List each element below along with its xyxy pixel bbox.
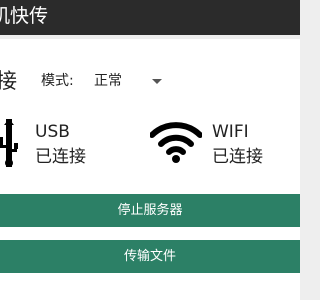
mode-selected-value: 正常 <box>94 73 122 89</box>
connection-title: 接 <box>0 69 17 93</box>
app-bar: 机快传 <box>0 0 300 35</box>
wifi-icon <box>150 122 202 163</box>
usb-label: USB <box>35 122 70 142</box>
app-title: 机快传 <box>0 5 49 27</box>
stop-server-button[interactable]: 停止服务器 <box>0 194 300 227</box>
usb-icon <box>0 119 18 167</box>
usb-status: 已连接 <box>35 147 86 167</box>
wifi-label: WIFI <box>212 122 249 142</box>
wifi-status: 已连接 <box>212 147 263 167</box>
mode-label: 模式: <box>41 73 74 89</box>
transfer-files-button[interactable]: 传输文件 <box>0 240 300 273</box>
dropdown-arrow-icon <box>152 79 162 84</box>
connection-card: 接 模式: 正常 USB 已连接 WIFI 已连接 停止服务器 传输文件 <box>0 39 300 300</box>
mode-dropdown[interactable]: 正常 <box>94 69 168 93</box>
